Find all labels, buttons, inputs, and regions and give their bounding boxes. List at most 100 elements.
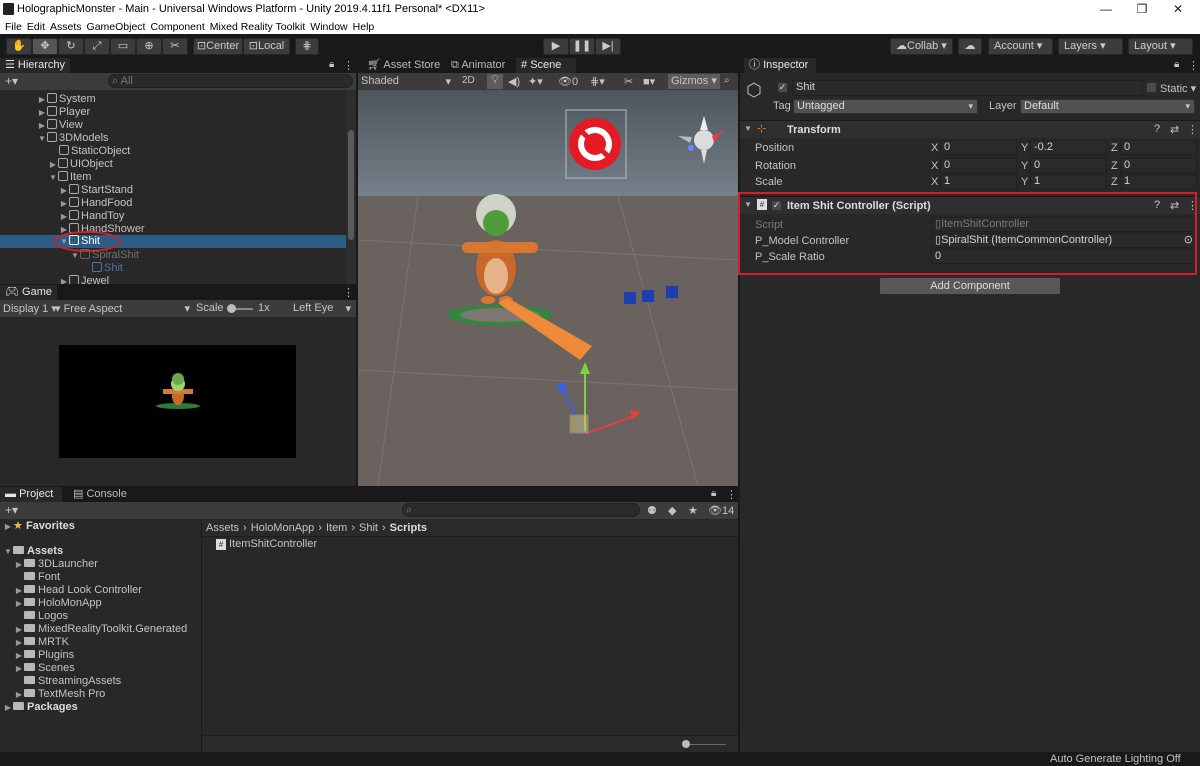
folder-item[interactable]: ▶ Scenes bbox=[14, 662, 75, 675]
favorites-icon[interactable]: ★ bbox=[688, 504, 698, 517]
active-checkbox[interactable]: ✓ bbox=[777, 82, 788, 93]
camera-icon[interactable]: ■▾ bbox=[643, 75, 655, 88]
create-button[interactable]: +▾ bbox=[5, 503, 18, 517]
expand-icon[interactable]: ▶ bbox=[14, 558, 24, 571]
expand-icon[interactable]: ▶ bbox=[37, 106, 47, 119]
step-icon[interactable]: ▶| bbox=[595, 38, 621, 55]
project-search-input[interactable]: ⌕ bbox=[402, 503, 640, 517]
tree-item-item[interactable]: ▼ Item bbox=[48, 171, 91, 184]
hidden-objects-icon[interactable]: 👁︎0 bbox=[558, 75, 578, 88]
scale-tool-icon[interactable]: ⤢ bbox=[84, 38, 110, 55]
lock-icon[interactable]: 🔒︎ bbox=[711, 488, 716, 499]
tree-item-player[interactable]: ▶ Player bbox=[37, 106, 90, 119]
search-icon[interactable]: ⌕ bbox=[724, 75, 730, 86]
tree-item-jewel[interactable]: ▶ Jewel bbox=[59, 275, 109, 284]
hierarchy-scrollbar[interactable] bbox=[346, 90, 356, 284]
lighting-icon[interactable]: 💡︎ bbox=[487, 74, 503, 89]
scene-viewport[interactable] bbox=[358, 90, 738, 486]
folder-item[interactable]: Logos bbox=[24, 610, 68, 623]
expand-icon[interactable]: ▶ bbox=[14, 623, 24, 636]
cloud-icon[interactable]: ☁ bbox=[958, 38, 982, 55]
position-x-field[interactable]: 0 bbox=[940, 140, 1017, 155]
scale-slider-handle[interactable] bbox=[227, 304, 236, 313]
rotation-z-field[interactable]: 0 bbox=[1120, 158, 1197, 173]
pivot-center-button[interactable]: ⊡Center bbox=[193, 38, 243, 55]
add-component-button[interactable]: Add Component bbox=[879, 277, 1061, 295]
tree-item-spiralshit[interactable]: ▼ SpiralShit bbox=[70, 249, 139, 262]
tab-scene[interactable]: # Scene bbox=[516, 58, 576, 73]
scale-x-field[interactable]: 1 bbox=[940, 174, 1017, 189]
expand-icon[interactable]: ▶ bbox=[48, 158, 58, 171]
expand-icon[interactable]: ▶ bbox=[59, 275, 69, 284]
menu-edit[interactable]: Edit bbox=[27, 21, 45, 33]
breadcrumb-scripts[interactable]: Scripts bbox=[390, 522, 427, 534]
tag-dropdown[interactable]: Untagged bbox=[793, 99, 978, 114]
scrollbar-thumb[interactable] bbox=[348, 130, 354, 240]
icon-size-slider[interactable] bbox=[686, 744, 726, 745]
collapse-icon[interactable]: ▼ bbox=[744, 124, 752, 133]
scale-y-field[interactable]: 1 bbox=[1030, 174, 1107, 189]
object-name-field[interactable]: Shit bbox=[792, 80, 1142, 96]
game-view[interactable] bbox=[59, 345, 296, 458]
aspect-dropdown[interactable]: ▾ Free Aspect ▾ bbox=[55, 302, 190, 315]
expand-icon[interactable]: ▶ bbox=[14, 584, 24, 597]
layer-dropdown[interactable]: Default bbox=[1020, 99, 1195, 114]
move-tool-icon[interactable]: ✥ bbox=[32, 38, 58, 55]
tools-icon[interactable]: ✂ bbox=[624, 75, 633, 88]
account-dropdown[interactable]: Account ▾ bbox=[988, 38, 1053, 55]
component-menu-icon[interactable]: ⋮ bbox=[1187, 123, 1198, 136]
expand-icon[interactable]: ▶ bbox=[37, 93, 47, 106]
collab-dropdown[interactable]: ☁Collab ▾ bbox=[890, 38, 953, 55]
tree-item-system[interactable]: ▶ System bbox=[37, 93, 96, 106]
tree-item-staticobject[interactable]: StaticObject bbox=[59, 145, 130, 158]
position-z-field[interactable]: 0 bbox=[1120, 140, 1197, 155]
custom-tool-icon[interactable]: ✂ bbox=[162, 38, 188, 55]
expand-icon[interactable]: ▶ bbox=[37, 119, 47, 132]
expand-icon[interactable]: ▶ bbox=[3, 701, 13, 714]
layers-dropdown[interactable]: Layers ▾ bbox=[1058, 38, 1123, 55]
tree-item-uiobject[interactable]: ▶ UIObject bbox=[48, 158, 113, 171]
slider-handle[interactable] bbox=[682, 740, 690, 748]
expand-icon[interactable]: ▶ bbox=[14, 597, 24, 610]
expand-icon[interactable]: ▶ bbox=[14, 636, 24, 649]
filter-type-icon[interactable]: ⚉ bbox=[647, 504, 657, 517]
effects-icon[interactable]: ✦▾ bbox=[528, 75, 543, 88]
tab-animator[interactable]: ⧉ Animator bbox=[446, 58, 510, 73]
rect-tool-icon[interactable]: ▭ bbox=[110, 38, 136, 55]
lock-icon[interactable]: 🔒︎ bbox=[1174, 59, 1179, 70]
transform-tool-icon[interactable]: ⊕ bbox=[136, 38, 162, 55]
folder-item[interactable]: ▶ TextMesh Pro bbox=[14, 688, 105, 701]
shading-dropdown[interactable]: Shaded ▾ bbox=[361, 75, 451, 88]
tab-inspector[interactable]: ⓘ Inspector bbox=[744, 58, 816, 73]
tab-project[interactable]: ▬ Project bbox=[0, 487, 62, 502]
rotation-y-field[interactable]: 0 bbox=[1030, 158, 1107, 173]
tab-asset-store[interactable]: 🛒︎ Asset Store bbox=[362, 58, 445, 73]
collapse-icon[interactable]: ▼ bbox=[48, 171, 58, 184]
breadcrumb-item[interactable]: Item bbox=[326, 522, 347, 534]
transform-header[interactable]: ▼ ⊹ Transform ? ⇄ ⋮ bbox=[740, 120, 1200, 138]
play-icon[interactable]: ▶ bbox=[543, 38, 569, 55]
tree-item-3dmodels[interactable]: ▼ 3DModels bbox=[37, 132, 109, 145]
folder-item[interactable]: ▶ HoloMonApp bbox=[14, 597, 102, 610]
expand-icon[interactable]: ▶ bbox=[59, 184, 69, 197]
tree-item-handfood[interactable]: ▶ HandFood bbox=[59, 197, 132, 210]
tree-item-startstand[interactable]: ▶ StartStand bbox=[59, 184, 133, 197]
tree-item-view[interactable]: ▶ View bbox=[37, 119, 83, 132]
folder-item[interactable]: Font bbox=[24, 571, 60, 584]
more-menu-icon[interactable]: ⋮ bbox=[1188, 59, 1199, 72]
hand-tool-icon[interactable]: ✋ bbox=[6, 38, 32, 55]
menu-window[interactable]: Window bbox=[310, 21, 347, 33]
pivot-local-button[interactable]: ⊡Local bbox=[243, 38, 290, 55]
asset-file-item[interactable]: # ItemShitController bbox=[216, 538, 317, 551]
menu-mrtk[interactable]: Mixed Reality Toolkit bbox=[210, 21, 306, 33]
packages-item[interactable]: ▶ Packages bbox=[3, 701, 78, 714]
tab-hierarchy[interactable]: ☰ Hierarchy bbox=[0, 58, 70, 73]
help-icon[interactable]: ? bbox=[1154, 123, 1160, 135]
breadcrumb-holomonapp[interactable]: HoloMonApp bbox=[251, 522, 315, 534]
breadcrumb-assets[interactable]: Assets bbox=[206, 522, 239, 534]
gizmos-dropdown[interactable]: Gizmos ▾ bbox=[668, 74, 720, 89]
menu-file[interactable]: File bbox=[5, 21, 22, 33]
expand-icon[interactable]: ▶ bbox=[3, 520, 13, 533]
menu-help[interactable]: Help bbox=[353, 21, 375, 33]
menu-gameobject[interactable]: GameObject bbox=[87, 21, 146, 33]
